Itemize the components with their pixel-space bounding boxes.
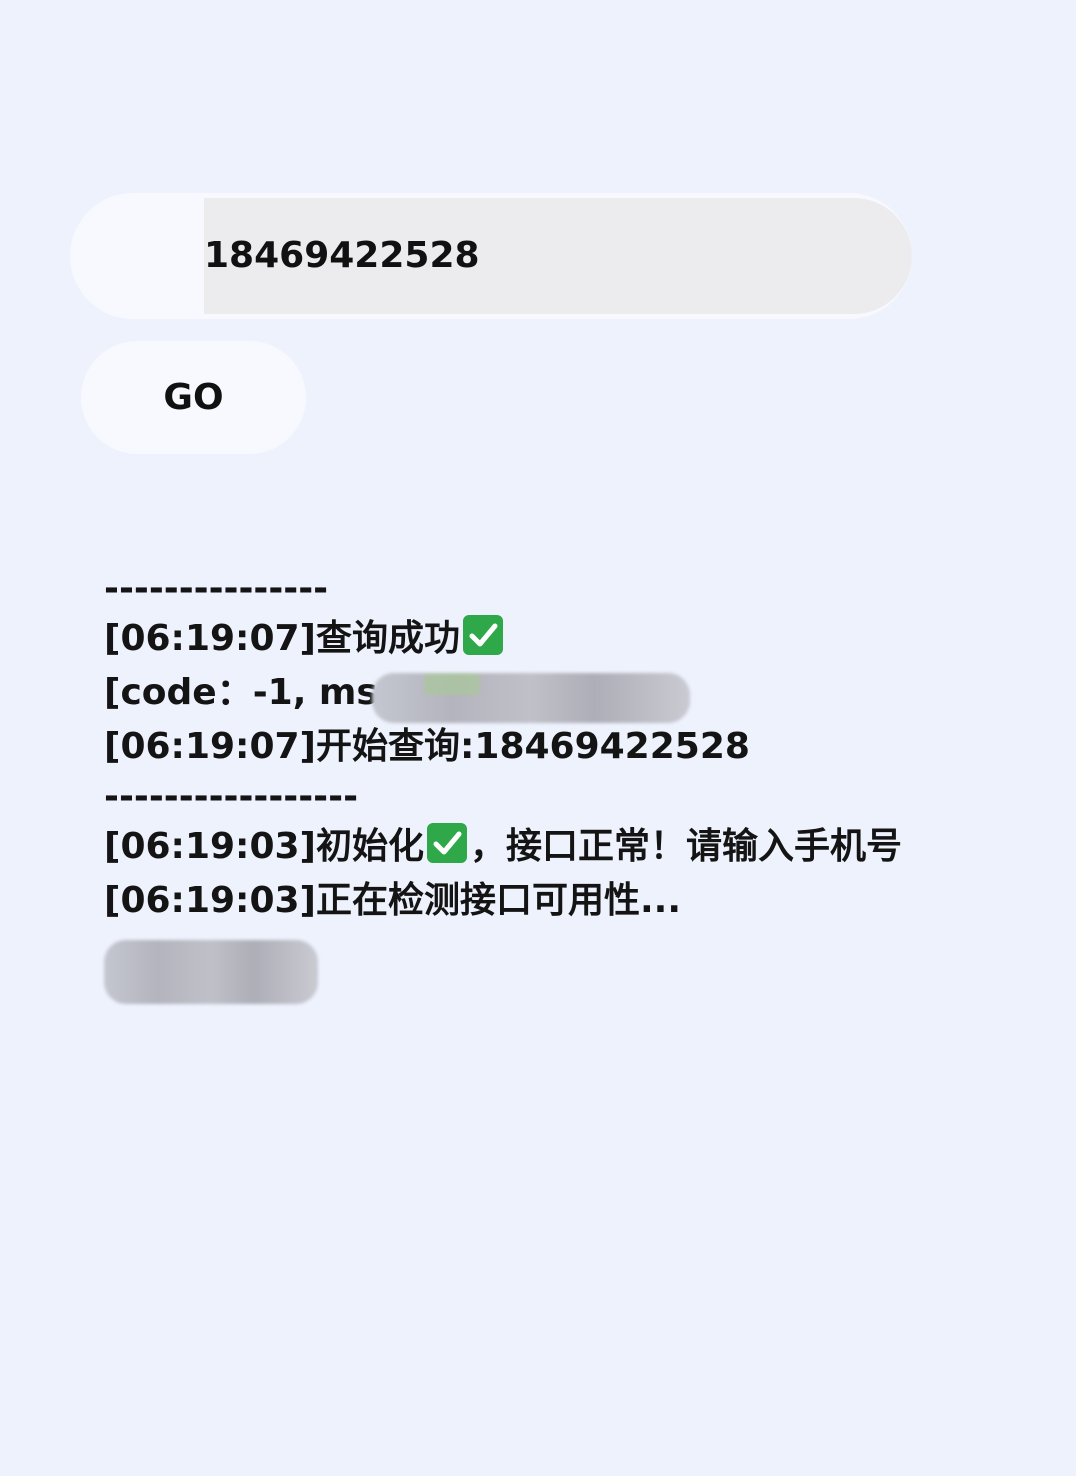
go-button[interactable]: GO (81, 341, 306, 454)
log-separator: --------------- (104, 568, 329, 609)
log-text: [06:19:03]正在检测接口可用性... (104, 880, 682, 921)
redaction-tint (424, 673, 480, 695)
log-separator: ----------------- (104, 776, 359, 817)
log-line-query-success: [06:19:07]查询成功 (104, 612, 964, 666)
log-text: ，接口正常！请输入手机号 (470, 826, 903, 867)
log-text: [06:19:03]初始化 (104, 826, 424, 867)
phone-input[interactable] (204, 198, 912, 314)
log-line-init: [06:19:03]初始化 ，接口正常！请输入手机号 (104, 820, 964, 874)
log-line-checking: [06:19:03]正在检测接口可用性... (104, 874, 964, 928)
check-mark-button-icon (427, 823, 467, 863)
redaction-blur (104, 940, 318, 1004)
log-text: [06:19:07]查询成功 (104, 618, 460, 659)
log-line-start-query: [06:19:07]开始查询:18469422528 (104, 720, 964, 774)
log-text: [06:19:07]开始查询:18469422528 (104, 726, 750, 767)
log-output: --------------- [06:19:07]查询成功 [code：-1,… (104, 566, 964, 928)
page: GO --------------- [06:19:07]查询成功 [code：… (0, 0, 1076, 1476)
phone-input-container (70, 193, 912, 319)
check-mark-button-icon (463, 615, 503, 655)
redaction-blur (372, 673, 690, 723)
